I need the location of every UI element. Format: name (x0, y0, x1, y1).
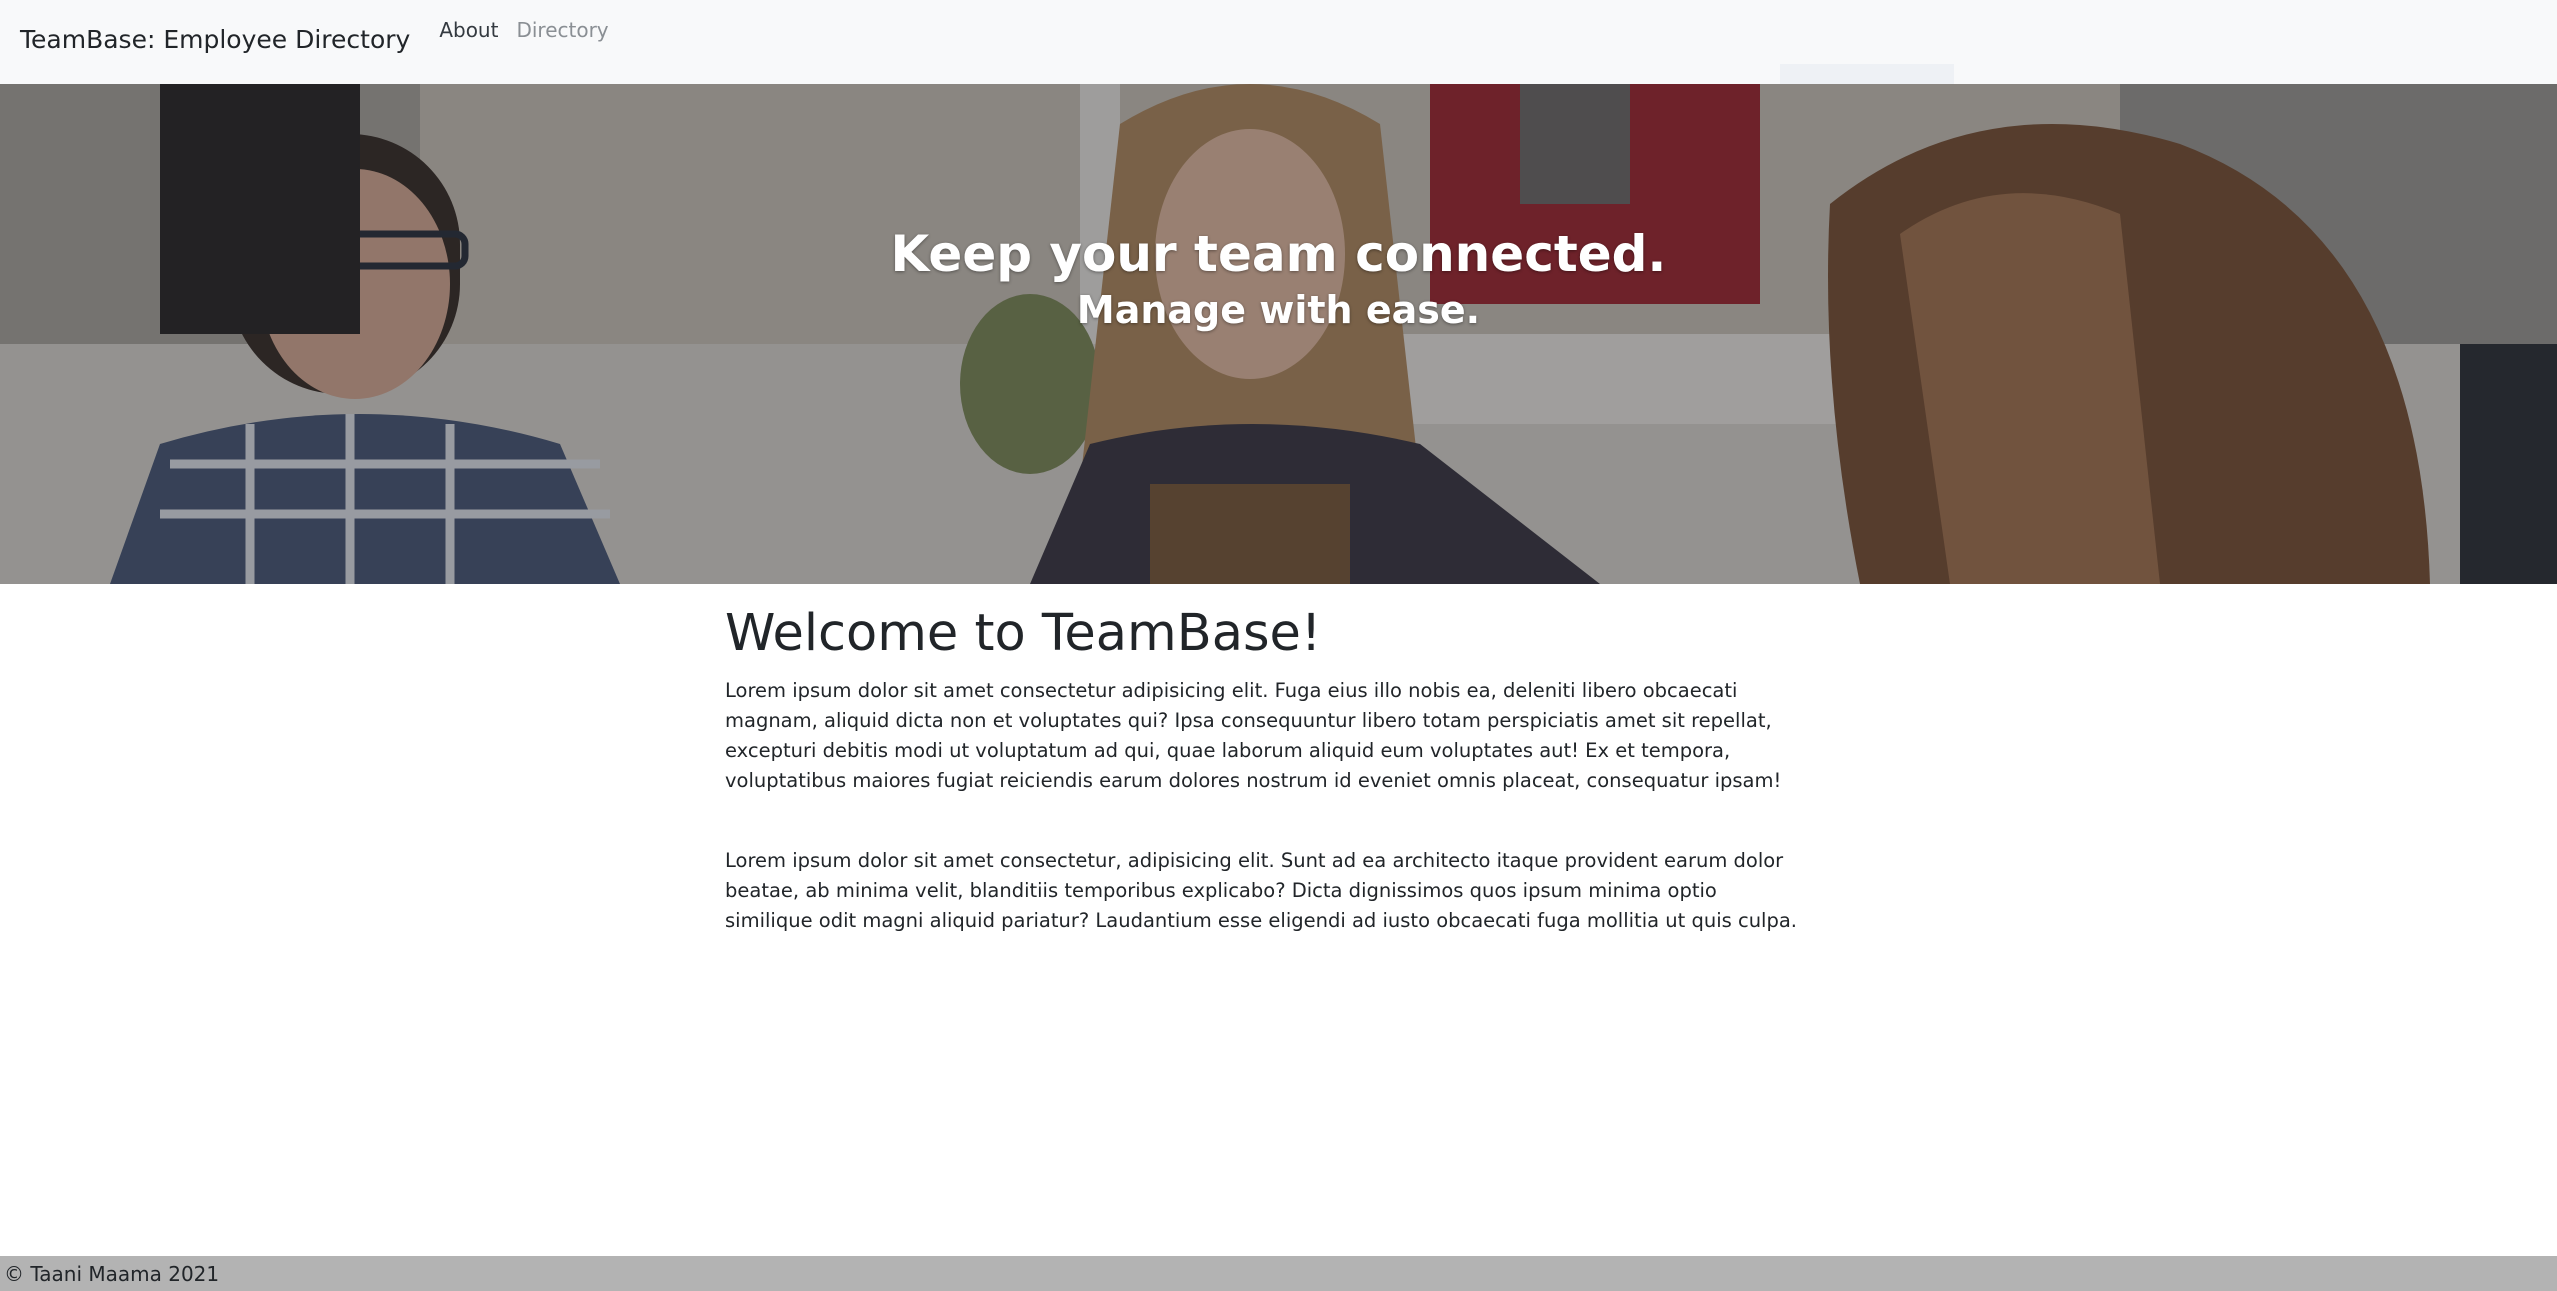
footer-copyright: © Taani Maama 2021 (4, 1261, 220, 1286)
hero-overlay (0, 84, 2557, 584)
second-paragraph: Lorem ipsum dolor sit amet consectetur, … (725, 849, 1797, 933)
navbar-brand[interactable]: TeamBase: Employee Directory (20, 25, 410, 54)
hero-text: Keep your team connected. Manage with ea… (0, 224, 2557, 332)
footer: © Taani Maama 2021 (0, 1256, 2557, 1291)
page: TeamBase: Employee Directory About Direc… (0, 0, 2557, 1291)
hero-banner: Keep your team connected. Manage with ea… (0, 84, 2557, 584)
nav-link-directory[interactable]: Directory (516, 18, 608, 42)
nav-link-about[interactable]: About (439, 18, 498, 42)
faint-overlay-tab (1780, 64, 1954, 84)
welcome-heading: Welcome to TeamBase! (725, 604, 1322, 663)
navbar: TeamBase: Employee Directory About Direc… (0, 0, 2557, 84)
hero-title: Keep your team connected. (890, 225, 1667, 283)
main-content: Welcome to TeamBase! Lorem ipsum dolor s… (725, 603, 1805, 936)
intro-paragraph: Lorem ipsum dolor sit amet consectetur a… (725, 679, 1782, 793)
hero-subtitle: Manage with ease. (1076, 288, 1481, 332)
nav-links: About Directory (439, 18, 626, 42)
